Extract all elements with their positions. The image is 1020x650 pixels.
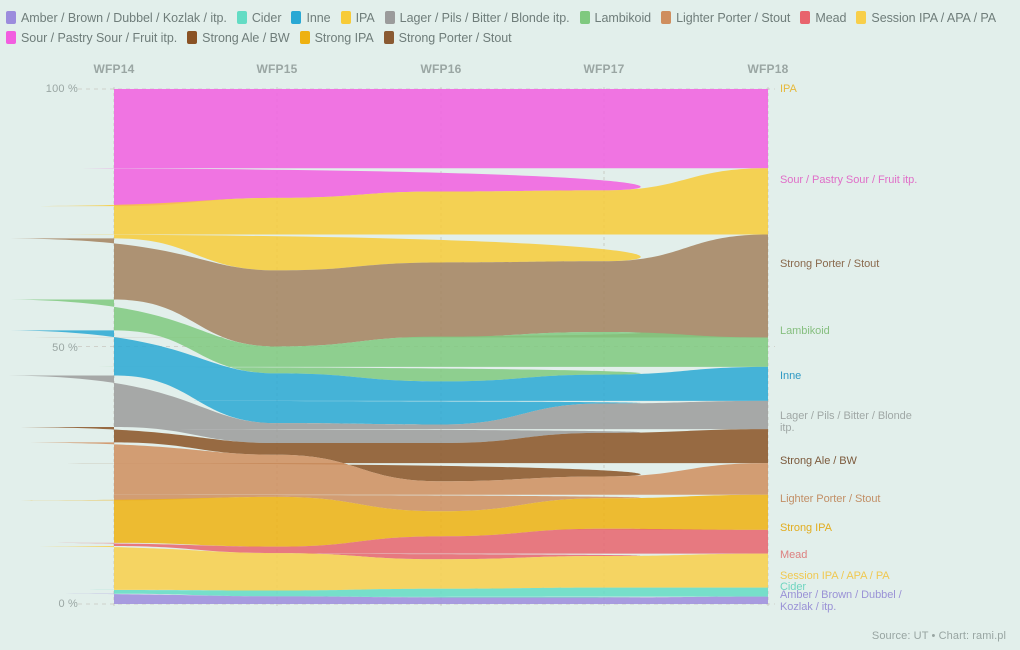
x-axis-column-header[interactable]: WFP16 (420, 62, 461, 76)
legend-item-label: Session IPA / APA / PA (871, 10, 997, 25)
legend-item-label: Cider (251, 10, 282, 25)
series-end-label[interactable]: Sour / Pastry Sour / Fruit itp. (780, 174, 917, 186)
legend-item-label: Sour / Pastry Sour / Fruit itp. (21, 30, 178, 45)
chart-legend: Amber / Brown / Dubbel / Kozlak / itp. Ci… (6, 8, 1006, 47)
legend-item[interactable]: Lighter Porter / Stout (661, 8, 790, 27)
legend-item-label: Lambikoid (594, 10, 652, 25)
y-axis: 100 % 50 % 0 % (0, 50, 78, 630)
series-end-label[interactable]: Amber / Brown / Dubbel / Kozlak / itp. (780, 589, 902, 613)
legend-swatch-icon (384, 11, 395, 24)
series-end-label[interactable]: Lager / Pils / Bitter / Blonde itp. (780, 410, 912, 434)
series-end-label[interactable]: Inne (780, 370, 801, 382)
legend-item-label: Amber / Brown / Dubbel / Kozlak / itp. (21, 10, 227, 25)
legend-swatch-icon (856, 11, 867, 24)
legend-swatch-icon (187, 31, 198, 44)
x-axis-column-header[interactable]: WFP17 (583, 62, 624, 76)
legend-swatch-icon (340, 11, 351, 24)
legend-item-label: Lager / Pils / Bitter / Blonde itp. (399, 10, 570, 25)
legend-swatch-icon (661, 11, 672, 24)
legend-swatch-icon (299, 31, 310, 44)
legend-item[interactable]: Lambikoid (579, 8, 652, 27)
legend-item[interactable]: Session IPA / APA / PA (856, 8, 996, 27)
legend-item[interactable]: Sour / Pastry Sour / Fruit itp. (6, 28, 177, 47)
legend-item-label: Strong IPA (314, 30, 374, 45)
legend-swatch-icon (291, 11, 302, 24)
legend-item[interactable]: Strong IPA (299, 28, 374, 47)
legend-item[interactable]: IPA (340, 8, 375, 27)
legend-item-label: Lighter Porter / Stout (676, 10, 791, 25)
legend-item-label: Mead (815, 10, 847, 25)
legend-item-label: Strong Porter / Stout (398, 30, 512, 45)
x-axis-column-header[interactable]: WFP15 (256, 62, 297, 76)
legend-item[interactable]: Strong Porter / Stout (383, 28, 512, 47)
series-end-label[interactable]: Lambikoid (780, 325, 830, 337)
streamgraph-svg (0, 87, 775, 606)
legend-item-label: Inne (306, 10, 331, 25)
legend-swatch-icon (579, 11, 590, 24)
x-axis-column-header[interactable]: WFP14 (93, 62, 134, 76)
y-axis-tick-label: 50 % (52, 342, 78, 354)
y-axis-tick-label: 0 % (58, 598, 78, 610)
legend-item[interactable]: Strong Ale / BW (187, 28, 290, 47)
series-end-label[interactable]: Mead (780, 549, 807, 561)
source-credit: Source: UT • Chart: rami.pl (871, 630, 1006, 642)
series-end-label[interactable]: Strong IPA (780, 522, 832, 534)
legend-item[interactable]: Inne (291, 8, 331, 27)
legend-swatch-icon (6, 11, 16, 24)
legend-swatch-icon (236, 11, 247, 24)
series-end-label[interactable]: Strong Porter / Stout (780, 258, 879, 270)
y-axis-tick-label: 100 % (45, 83, 78, 95)
legend-item[interactable]: Amber / Brown / Dubbel / Kozlak / itp. (6, 8, 227, 27)
legend-item[interactable]: Mead (800, 8, 846, 27)
legend-item[interactable]: Lager / Pils / Bitter / Blonde itp. (384, 8, 570, 27)
series-end-label[interactable]: IPA (780, 83, 797, 95)
legend-swatch-icon (800, 11, 811, 24)
legend-swatch-icon (6, 31, 16, 44)
legend-item[interactable]: Cider (236, 8, 282, 27)
legend-item-label: Strong Ale / BW (202, 30, 290, 45)
series-end-label[interactable]: Strong Ale / BW (780, 455, 857, 467)
x-axis-column-header[interactable]: WFP18 (747, 62, 788, 76)
chart-plot-area: 100 % 50 % 0 % WFP14 WFP15 WFP16 WFP17 WFP18 S… (0, 50, 1020, 630)
series-end-label[interactable]: Lighter Porter / Stout (780, 493, 880, 505)
chart-page: Amber / Brown / Dubbel / Kozlak / itp. Ci… (0, 0, 1020, 650)
legend-swatch-icon (383, 31, 394, 44)
legend-item-label: IPA (355, 10, 375, 25)
